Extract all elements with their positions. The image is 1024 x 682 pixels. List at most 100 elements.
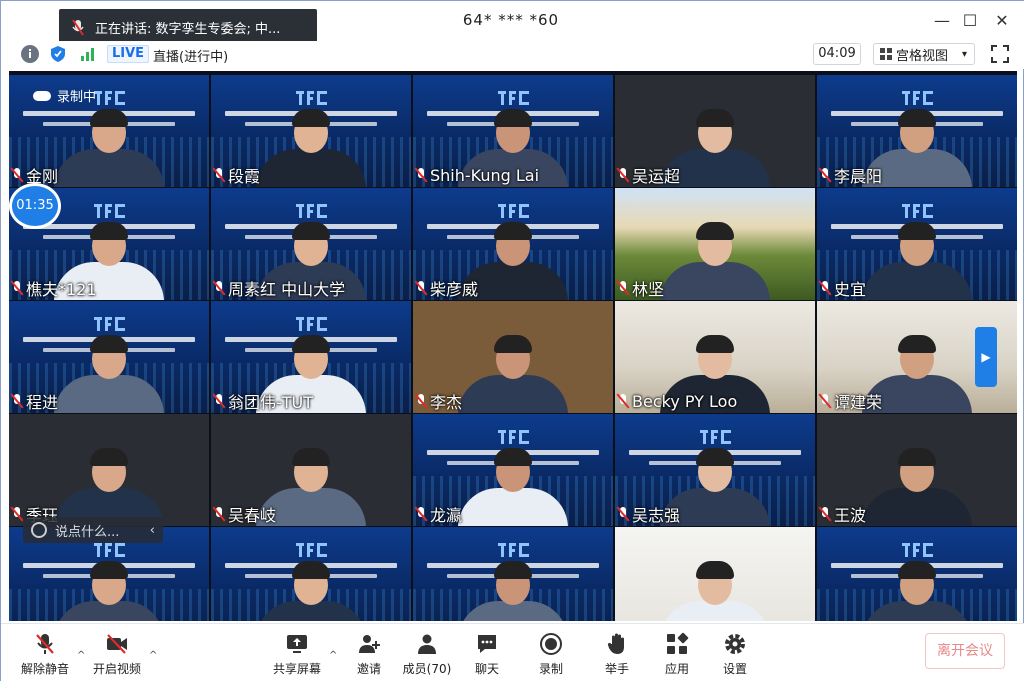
close-button[interactable]: ✕ [987, 9, 1017, 33]
participant-video [54, 109, 164, 187]
tfc-logo-icon [497, 200, 531, 222]
video-tile[interactable]: 王波 [817, 414, 1017, 526]
apps-button[interactable]: 应用 [647, 632, 707, 677]
share-options-caret[interactable]: ^ [329, 650, 337, 661]
tfc-logo-icon [497, 539, 531, 561]
raise-hand-button[interactable]: 举手 [587, 632, 647, 677]
video-tile[interactable]: Shih-Kung Lai [413, 75, 613, 187]
share-screen-label: 共享屏幕 [272, 662, 321, 676]
recording-indicator: 录制中 [33, 86, 96, 105]
video-tile[interactable]: 吴春岐 [211, 414, 411, 526]
record-icon [539, 632, 563, 656]
chat-button[interactable]: 聊天 [457, 632, 517, 677]
signal-icon[interactable] [79, 45, 97, 63]
participant-name: 龙瀛 [430, 506, 463, 525]
invite-button[interactable]: 邀请 [339, 632, 399, 677]
members-icon [415, 632, 439, 656]
share-screen-button[interactable]: 共享屏幕 [267, 632, 327, 677]
muted-microphone-icon [415, 280, 427, 296]
muted-microphone-icon [11, 167, 23, 183]
video-tile[interactable]: 段霞 [211, 75, 411, 187]
tfc-logo-icon [295, 539, 329, 561]
muted-microphone-icon [213, 506, 225, 522]
participant-video [458, 448, 568, 526]
tfc-logo-icon [901, 87, 935, 109]
leave-meeting-button[interactable]: 离开会议 [925, 633, 1005, 669]
participant-name: 王波 [834, 506, 867, 525]
participant-video [660, 222, 770, 300]
participant-name: 李杰 [430, 393, 463, 412]
start-video-button[interactable]: 开启视频 [87, 632, 147, 677]
participant-video [54, 561, 164, 621]
members-button[interactable]: 成员(70) [397, 632, 457, 677]
participant-video [256, 561, 366, 621]
participant-name-tag: 金刚 [11, 165, 58, 186]
muted-microphone-icon [415, 167, 427, 183]
participant-name: Shih-Kung Lai [430, 165, 540, 185]
tfc-logo-icon [901, 200, 935, 222]
video-tile[interactable]: 翁团伟-TUT [211, 301, 411, 413]
participant-name-tag: 周素红 中山大学 [213, 278, 345, 299]
video-tile[interactable] [413, 527, 613, 621]
participant-name: 林坚 [632, 280, 665, 299]
settings-button[interactable]: 设置 [705, 632, 765, 677]
audio-options-caret[interactable]: ^ [77, 650, 85, 661]
video-tile[interactable]: 程进 [9, 301, 209, 413]
microphone-icon [71, 18, 85, 37]
participant-name: 吴志强 [632, 506, 681, 525]
minimize-button[interactable]: — [927, 9, 957, 33]
video-tile[interactable]: 吴志强 [615, 414, 815, 526]
muted-microphone-icon [617, 167, 629, 183]
video-tile[interactable]: 史宜 [817, 188, 1017, 300]
collapse-chat-icon[interactable]: ‹ [150, 523, 155, 538]
video-tile[interactable]: 吴运超 [615, 75, 815, 187]
video-tile[interactable]: 季珏 [9, 414, 209, 526]
video-tile[interactable]: 李晨阳 [817, 75, 1017, 187]
muted-microphone-icon [617, 280, 629, 296]
participant-name-tag: 李晨阳 [819, 165, 882, 186]
participant-name-tag: 吴志强 [617, 504, 681, 525]
live-badge: LIVE [107, 45, 150, 63]
shield-icon[interactable] [49, 45, 67, 63]
muted-microphone-icon [213, 167, 225, 183]
view-mode-button[interactable]: 宫格视图 ▾ [873, 43, 975, 65]
tfc-logo-icon [295, 87, 329, 109]
video-tile[interactable] [817, 527, 1017, 621]
info-icon[interactable] [21, 45, 39, 63]
video-tile[interactable]: 林坚 [615, 188, 815, 300]
muted-microphone-icon [819, 280, 831, 296]
start-video-label: 开启视频 [92, 662, 141, 676]
bottom-toolbar: 解除静音 ^ 开启视频 ^ 共享屏幕 ^ 邀请 成员(70) 聊天 录制 举手 … [1, 623, 1024, 682]
video-options-caret[interactable]: ^ [149, 650, 157, 661]
participant-name-tag: Becky PY Loo [617, 391, 737, 411]
video-tile[interactable] [615, 527, 815, 621]
video-tile[interactable]: 李杰 [413, 301, 613, 413]
participant-name: 樵夫*121 [26, 280, 97, 299]
members-label: 成员(70) [402, 662, 452, 676]
share-screen-icon [285, 632, 309, 656]
live-status[interactable]: 直播(进行中) [153, 46, 228, 65]
participant-video [862, 448, 972, 526]
tfc-logo-icon [497, 87, 531, 109]
video-tile[interactable]: Becky PY Loo [615, 301, 815, 413]
participant-video [458, 561, 568, 621]
add-user-icon [357, 632, 381, 656]
cloud-icon [33, 90, 51, 101]
fullscreen-icon[interactable] [989, 43, 1011, 65]
record-button[interactable]: 录制 [521, 632, 581, 677]
video-tile[interactable]: 龙瀛 [413, 414, 613, 526]
unmute-button[interactable]: 解除静音 [15, 632, 75, 677]
video-tile[interactable]: 柴彦威 [413, 188, 613, 300]
participant-name-tag: 龙瀛 [415, 504, 463, 525]
tfc-logo-icon [93, 313, 127, 335]
maximize-button[interactable]: ☐ [955, 9, 985, 33]
chat-quick-input[interactable]: 说点什么... ‹ [23, 517, 163, 543]
apps-label: 应用 [664, 662, 689, 676]
muted-microphone-icon [11, 393, 23, 409]
video-tile[interactable] [211, 527, 411, 621]
video-tile[interactable]: 周素红 中山大学 [211, 188, 411, 300]
participant-video [458, 335, 568, 413]
emoji-icon[interactable] [31, 522, 47, 538]
next-page-button[interactable]: ▶ [975, 327, 997, 387]
muted-microphone-icon [617, 506, 629, 522]
